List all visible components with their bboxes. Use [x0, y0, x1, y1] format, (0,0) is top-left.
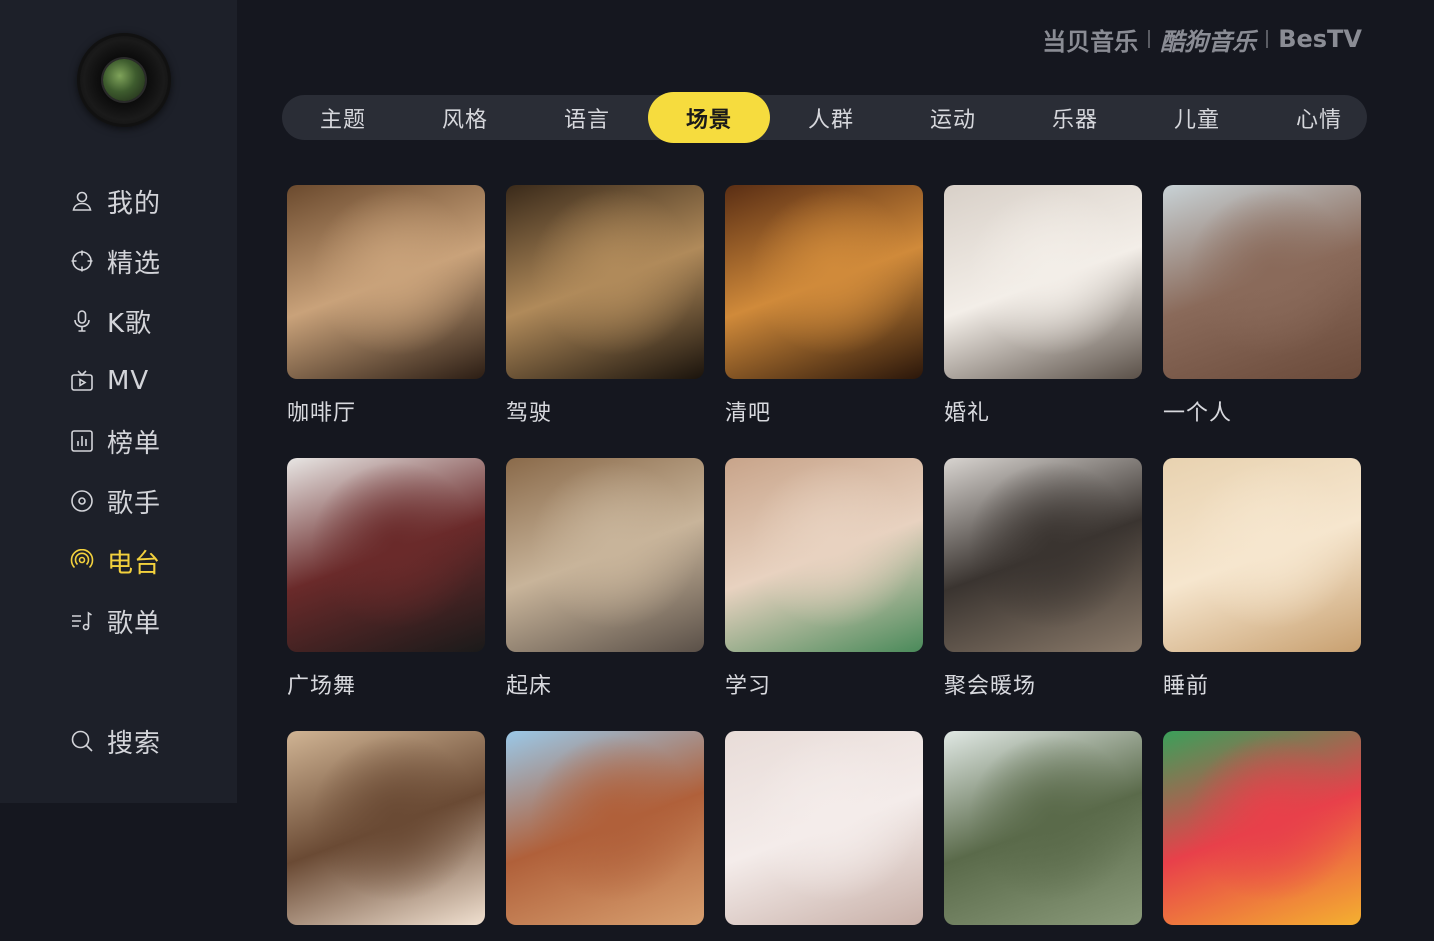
avatar[interactable] [77, 33, 171, 127]
brand-kugou: 酷狗音乐 [1160, 27, 1257, 56]
tab-style[interactable]: 风格 [404, 92, 526, 143]
scene-card-label: 一个人 [1163, 401, 1233, 426]
scene-card[interactable]: 学习 [725, 458, 923, 700]
scene-card-image [1163, 185, 1361, 379]
tab-sports[interactable]: 运动 [892, 92, 1014, 143]
sidebar-item-mv[interactable]: MV [70, 361, 230, 401]
scene-card[interactable]: 一个人 [1163, 185, 1361, 427]
scene-card-label: 婚礼 [944, 401, 991, 426]
scene-card[interactable]: 咖啡厅 [287, 185, 485, 427]
scene-card-label: 咖啡厅 [287, 401, 357, 426]
scene-card-label: 学习 [725, 674, 772, 699]
scene-card-image [725, 458, 923, 652]
scene-card-image [287, 185, 485, 379]
scene-card-label: 聚会暖场 [944, 674, 1037, 699]
scene-card-image [1163, 458, 1361, 652]
scene-card-image [725, 731, 923, 925]
brand-bestv: BesTV [1278, 25, 1362, 53]
sidebar-item-label: 歌手 [107, 488, 162, 519]
sidebar-item-label: 精选 [107, 248, 162, 279]
scene-card[interactable] [287, 731, 485, 941]
scene-card-image [506, 185, 704, 379]
scene-card[interactable]: 聚会暖场 [944, 458, 1142, 700]
tab-mood[interactable]: 心情 [1258, 92, 1380, 143]
chart-icon [70, 429, 94, 453]
microphone-icon [70, 309, 94, 333]
sidebar-item-radio[interactable]: 电台 [70, 541, 230, 581]
tab-crowd[interactable]: 人群 [770, 92, 892, 143]
tab-scene[interactable]: 场景 [648, 92, 770, 143]
scene-card[interactable]: 睡前 [1163, 458, 1361, 700]
brand-logos: 当贝音乐 酷狗音乐 BesTV [1042, 24, 1362, 56]
scene-card[interactable]: 婚礼 [944, 185, 1142, 427]
scene-card-image [944, 458, 1142, 652]
tab-instruments[interactable]: 乐器 [1014, 92, 1136, 143]
sidebar-item-label: 我的 [107, 188, 162, 219]
sidebar-item-label: MV [107, 366, 150, 396]
scene-card-image [506, 731, 704, 925]
sidebar-item-playlists[interactable]: 歌单 [70, 601, 230, 641]
sidebar: 我的 精选 K歌 MV 榜单 歌手 电台 歌单 搜索 [0, 0, 237, 803]
brand-divider [1148, 30, 1151, 48]
sidebar-item-label: 电台 [107, 548, 162, 579]
tab-language[interactable]: 语言 [526, 92, 648, 143]
scene-card[interactable]: 驾驶 [506, 185, 704, 427]
sidebar-item-featured[interactable]: 精选 [70, 241, 230, 281]
scene-card-label: 驾驶 [506, 401, 553, 426]
sidebar-item-mine[interactable]: 我的 [70, 181, 230, 221]
scene-card-image [506, 458, 704, 652]
scene-card[interactable]: 广场舞 [287, 458, 485, 700]
scene-card[interactable] [944, 731, 1142, 941]
scene-card-image [944, 185, 1142, 379]
compass-icon [70, 249, 94, 273]
tab-children[interactable]: 儿童 [1136, 92, 1258, 143]
scene-card[interactable] [1163, 731, 1361, 941]
scene-card[interactable]: 清吧 [725, 185, 923, 427]
scene-card-image [287, 731, 485, 925]
search-icon [70, 729, 94, 753]
scene-card-label: 睡前 [1163, 674, 1210, 699]
category-tabs: 主题 风格 语言 场景 人群 运动 乐器 儿童 心情 [282, 92, 1367, 143]
scene-card-image [725, 185, 923, 379]
sidebar-item-singers[interactable]: 歌手 [70, 481, 230, 521]
sidebar-item-label: 搜索 [107, 728, 162, 759]
disc-icon [70, 489, 94, 513]
sidebar-item-search[interactable]: 搜索 [70, 721, 230, 761]
radio-icon [70, 548, 94, 573]
sidebar-item-karaoke[interactable]: K歌 [70, 301, 230, 341]
scene-card-image [287, 458, 485, 652]
scene-card[interactable] [725, 731, 923, 941]
brand-divider [1266, 30, 1269, 48]
scene-card[interactable] [506, 731, 704, 941]
brand-dangbei: 当贝音乐 [1042, 27, 1139, 56]
playlist-icon [70, 609, 94, 633]
tv-icon [70, 369, 94, 393]
scene-card-image [1163, 731, 1361, 925]
scene-card-label: 起床 [506, 674, 553, 699]
user-icon [70, 189, 94, 213]
scene-card-label: 清吧 [725, 401, 772, 426]
sidebar-item-label: K歌 [107, 308, 153, 339]
scene-card-image [944, 731, 1142, 925]
scene-card-label: 广场舞 [287, 674, 357, 699]
sidebar-item-label: 歌单 [107, 608, 162, 639]
sidebar-item-charts[interactable]: 榜单 [70, 421, 230, 461]
scene-card[interactable]: 起床 [506, 458, 704, 700]
tab-theme[interactable]: 主题 [282, 92, 404, 143]
sidebar-item-label: 榜单 [107, 428, 162, 459]
